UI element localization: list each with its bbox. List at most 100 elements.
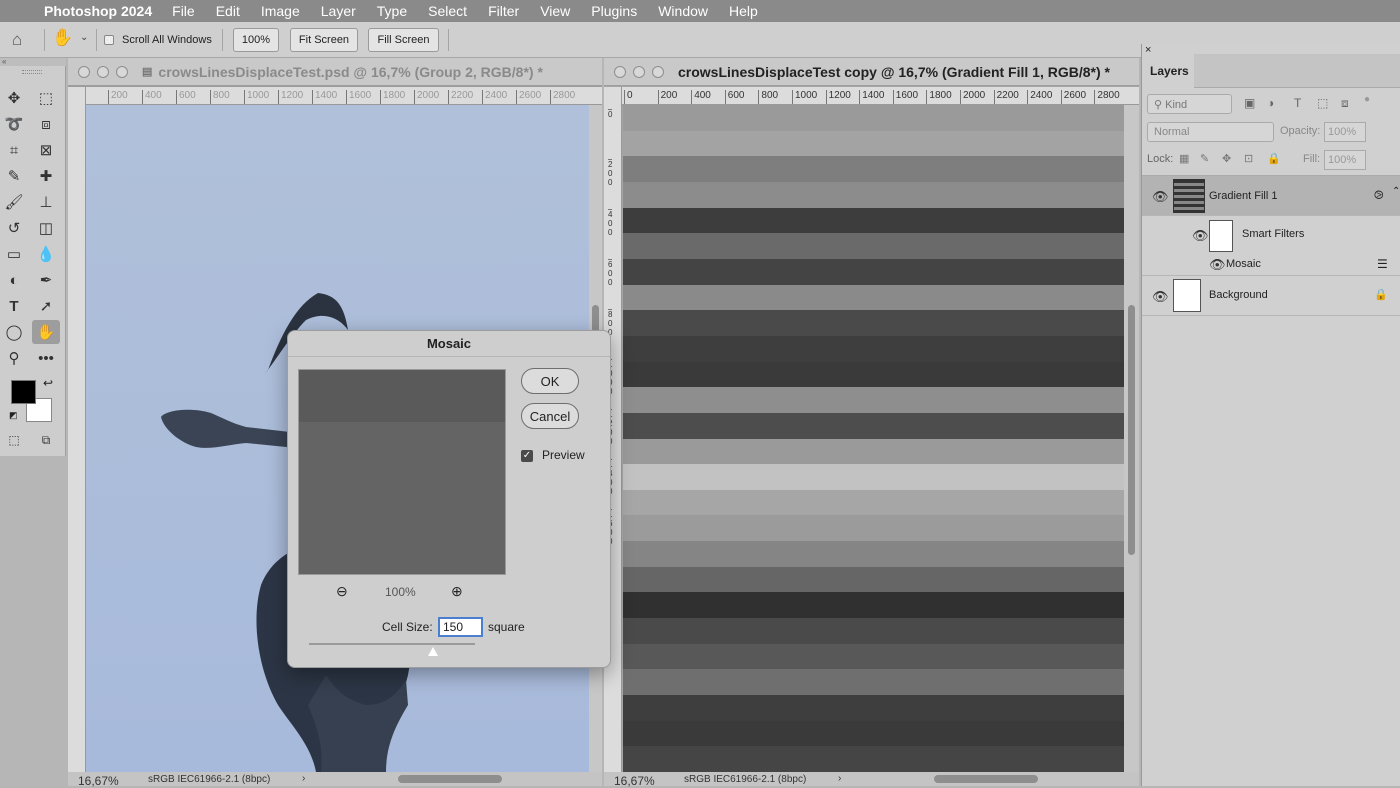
zoom-in-icon[interactable]: ⊕ xyxy=(451,583,463,600)
menu-file[interactable]: File xyxy=(172,3,195,19)
menu-select[interactable]: Select xyxy=(428,3,467,19)
menu-layer[interactable]: Layer xyxy=(321,3,356,19)
ellipse-tool-icon[interactable]: ◯ xyxy=(3,322,25,342)
layer-name[interactable]: Gradient Fill 1 xyxy=(1209,190,1277,202)
home-icon[interactable]: ⌂ xyxy=(12,30,22,50)
chevron-right-icon[interactable]: › xyxy=(302,773,305,784)
grip-icon[interactable] xyxy=(22,70,42,74)
chevron-down-icon[interactable]: ⌄ xyxy=(80,32,88,43)
zoom-tool-icon[interactable]: ⚲ xyxy=(3,348,25,368)
gradient-tool-icon[interactable]: ▭ xyxy=(3,244,25,264)
cell-size-input[interactable]: 150 xyxy=(438,617,483,637)
layer-row-background[interactable]: 👁 Background 🔒 xyxy=(1142,276,1400,316)
menu-edit[interactable]: Edit xyxy=(216,3,240,19)
zoom-window-icon[interactable] xyxy=(116,65,128,78)
menu-view[interactable]: View xyxy=(540,3,570,19)
smart-object-filter-icon[interactable]: ⧈ xyxy=(1341,96,1349,111)
lock-position-icon[interactable]: ✥ xyxy=(1222,152,1231,165)
close-window-icon[interactable] xyxy=(78,65,90,78)
stamp-tool-icon[interactable]: ⊥ xyxy=(35,192,57,212)
quick-mask-icon[interactable]: ⬚ xyxy=(3,430,25,450)
history-brush-tool-icon[interactable]: ↺ xyxy=(3,218,25,238)
default-colors-icon[interactable]: ◩ xyxy=(9,410,18,421)
hand-tool-icon[interactable]: ✋ xyxy=(52,28,73,48)
zoom-window-icon[interactable] xyxy=(652,65,664,78)
menu-plugins[interactable]: Plugins xyxy=(591,3,637,19)
menu-image[interactable]: Image xyxy=(261,3,300,19)
smart-filter-indicator-icon[interactable]: ⧁ xyxy=(1374,188,1384,203)
pixel-filter-icon[interactable]: ▣ xyxy=(1244,96,1255,110)
document-tab-2[interactable]: crowsLinesDisplaceTest copy @ 16,7% (Gra… xyxy=(604,58,1139,86)
swap-colors-icon[interactable]: ↩ xyxy=(43,376,53,390)
filter-row-mosaic[interactable]: 👁 Mosaic ☰ xyxy=(1142,254,1400,276)
dodge-tool-icon[interactable]: ◐ xyxy=(3,270,25,290)
marquee-tool-icon[interactable]: ⬚ xyxy=(35,88,57,108)
document-tab-1[interactable]: ▤ crowsLinesDisplaceTest.psd @ 16,7% (Gr… xyxy=(68,58,602,86)
menu-help[interactable]: Help xyxy=(729,3,758,19)
visibility-eye-icon[interactable]: 👁 xyxy=(1192,228,1209,244)
visibility-eye-icon[interactable]: 👁 xyxy=(1152,289,1169,305)
opacity-input[interactable]: 100% xyxy=(1324,122,1366,142)
preview-checkbox[interactable]: ✓ xyxy=(521,450,533,462)
layer-row-smart-filters[interactable]: 👁 Smart Filters xyxy=(1142,216,1400,254)
shape-filter-icon[interactable]: ⬚ xyxy=(1317,96,1328,110)
lock-all-icon[interactable]: 🔒 xyxy=(1267,152,1281,165)
cancel-button[interactable]: Cancel xyxy=(521,403,579,429)
lock-artboard-icon[interactable]: ⊡ xyxy=(1244,152,1253,165)
adjustment-filter-icon[interactable]: ◑ xyxy=(1267,96,1274,110)
move-tool-icon[interactable]: ✥ xyxy=(3,88,25,108)
layer-row-gradient-fill[interactable]: 👁 Gradient Fill 1 ⧁ ⌃ xyxy=(1142,176,1400,216)
frame-tool-icon[interactable]: ⊠ xyxy=(35,140,57,160)
canvas-2[interactable] xyxy=(623,105,1124,772)
hand-tool-icon[interactable]: ✋ xyxy=(32,320,60,344)
object-select-tool-icon[interactable]: ⧈ xyxy=(35,114,57,134)
filter-name[interactable]: Mosaic xyxy=(1226,258,1261,270)
minimize-window-icon[interactable] xyxy=(97,65,109,78)
foreground-color-swatch[interactable] xyxy=(11,380,36,404)
lock-transparent-icon[interactable]: ▦ xyxy=(1179,152,1189,165)
visibility-eye-icon[interactable]: 👁 xyxy=(1209,257,1226,273)
filter-kind-select[interactable]: ⚲ Kind xyxy=(1147,94,1232,114)
app-menu[interactable]: Photoshop 2024 xyxy=(44,3,152,19)
close-window-icon[interactable] xyxy=(614,65,626,78)
blur-tool-icon[interactable]: 💧 xyxy=(35,244,57,264)
crop-tool-icon[interactable]: ⌗ xyxy=(3,140,25,160)
type-tool-icon[interactable]: T xyxy=(3,296,25,316)
path-select-tool-icon[interactable]: ➚ xyxy=(35,296,57,316)
cell-size-slider-handle[interactable] xyxy=(428,647,438,656)
tab-layers[interactable]: Layers xyxy=(1142,54,1194,88)
visibility-eye-icon[interactable]: 👁 xyxy=(1152,189,1169,205)
preview-window[interactable] xyxy=(298,369,506,575)
zoom-out-icon[interactable]: ⊖ xyxy=(336,583,348,600)
type-filter-icon[interactable]: T xyxy=(1294,96,1301,110)
pen-tool-icon[interactable]: ✒ xyxy=(35,270,57,290)
fit-screen-button[interactable]: Fit Screen xyxy=(290,28,358,52)
scrollbar-thumb[interactable] xyxy=(1128,305,1135,555)
cell-size-slider-track[interactable] xyxy=(309,643,475,645)
fill-input[interactable]: 100% xyxy=(1324,150,1366,170)
eraser-tool-icon[interactable]: ◫ xyxy=(35,218,57,238)
lock-image-icon[interactable]: ✎ xyxy=(1200,152,1209,165)
zoom-100-button[interactable]: 100% xyxy=(233,28,279,52)
filter-options-icon[interactable]: ☰ xyxy=(1377,257,1388,271)
lasso-tool-icon[interactable]: ➰ xyxy=(3,114,25,134)
menu-window[interactable]: Window xyxy=(658,3,708,19)
more-tools-icon[interactable]: ••• xyxy=(35,348,57,368)
chevron-up-icon[interactable]: ⌃ xyxy=(1392,186,1400,197)
filter-toggle-icon[interactable]: ● xyxy=(1364,94,1370,105)
ok-button[interactable]: OK xyxy=(521,368,579,394)
chevron-right-icon[interactable]: › xyxy=(838,773,841,784)
menu-type[interactable]: Type xyxy=(377,3,407,19)
blend-mode-select[interactable]: Normal xyxy=(1147,122,1274,142)
screen-mode-icon[interactable]: ⧉ xyxy=(35,430,57,450)
collapse-icon[interactable]: « xyxy=(0,58,66,66)
eyedropper-tool-icon[interactable]: ✎ xyxy=(3,166,25,186)
menu-filter[interactable]: Filter xyxy=(488,3,519,19)
healing-brush-tool-icon[interactable]: ✚ xyxy=(35,166,57,186)
horizontal-scrollbar-thumb[interactable] xyxy=(934,775,1038,783)
layer-name[interactable]: Background xyxy=(1209,289,1268,301)
scroll-all-checkbox[interactable] xyxy=(104,35,114,45)
horizontal-scrollbar-thumb[interactable] xyxy=(398,775,502,783)
fill-screen-button[interactable]: Fill Screen xyxy=(368,28,439,52)
vertical-scrollbar[interactable] xyxy=(1124,105,1139,772)
